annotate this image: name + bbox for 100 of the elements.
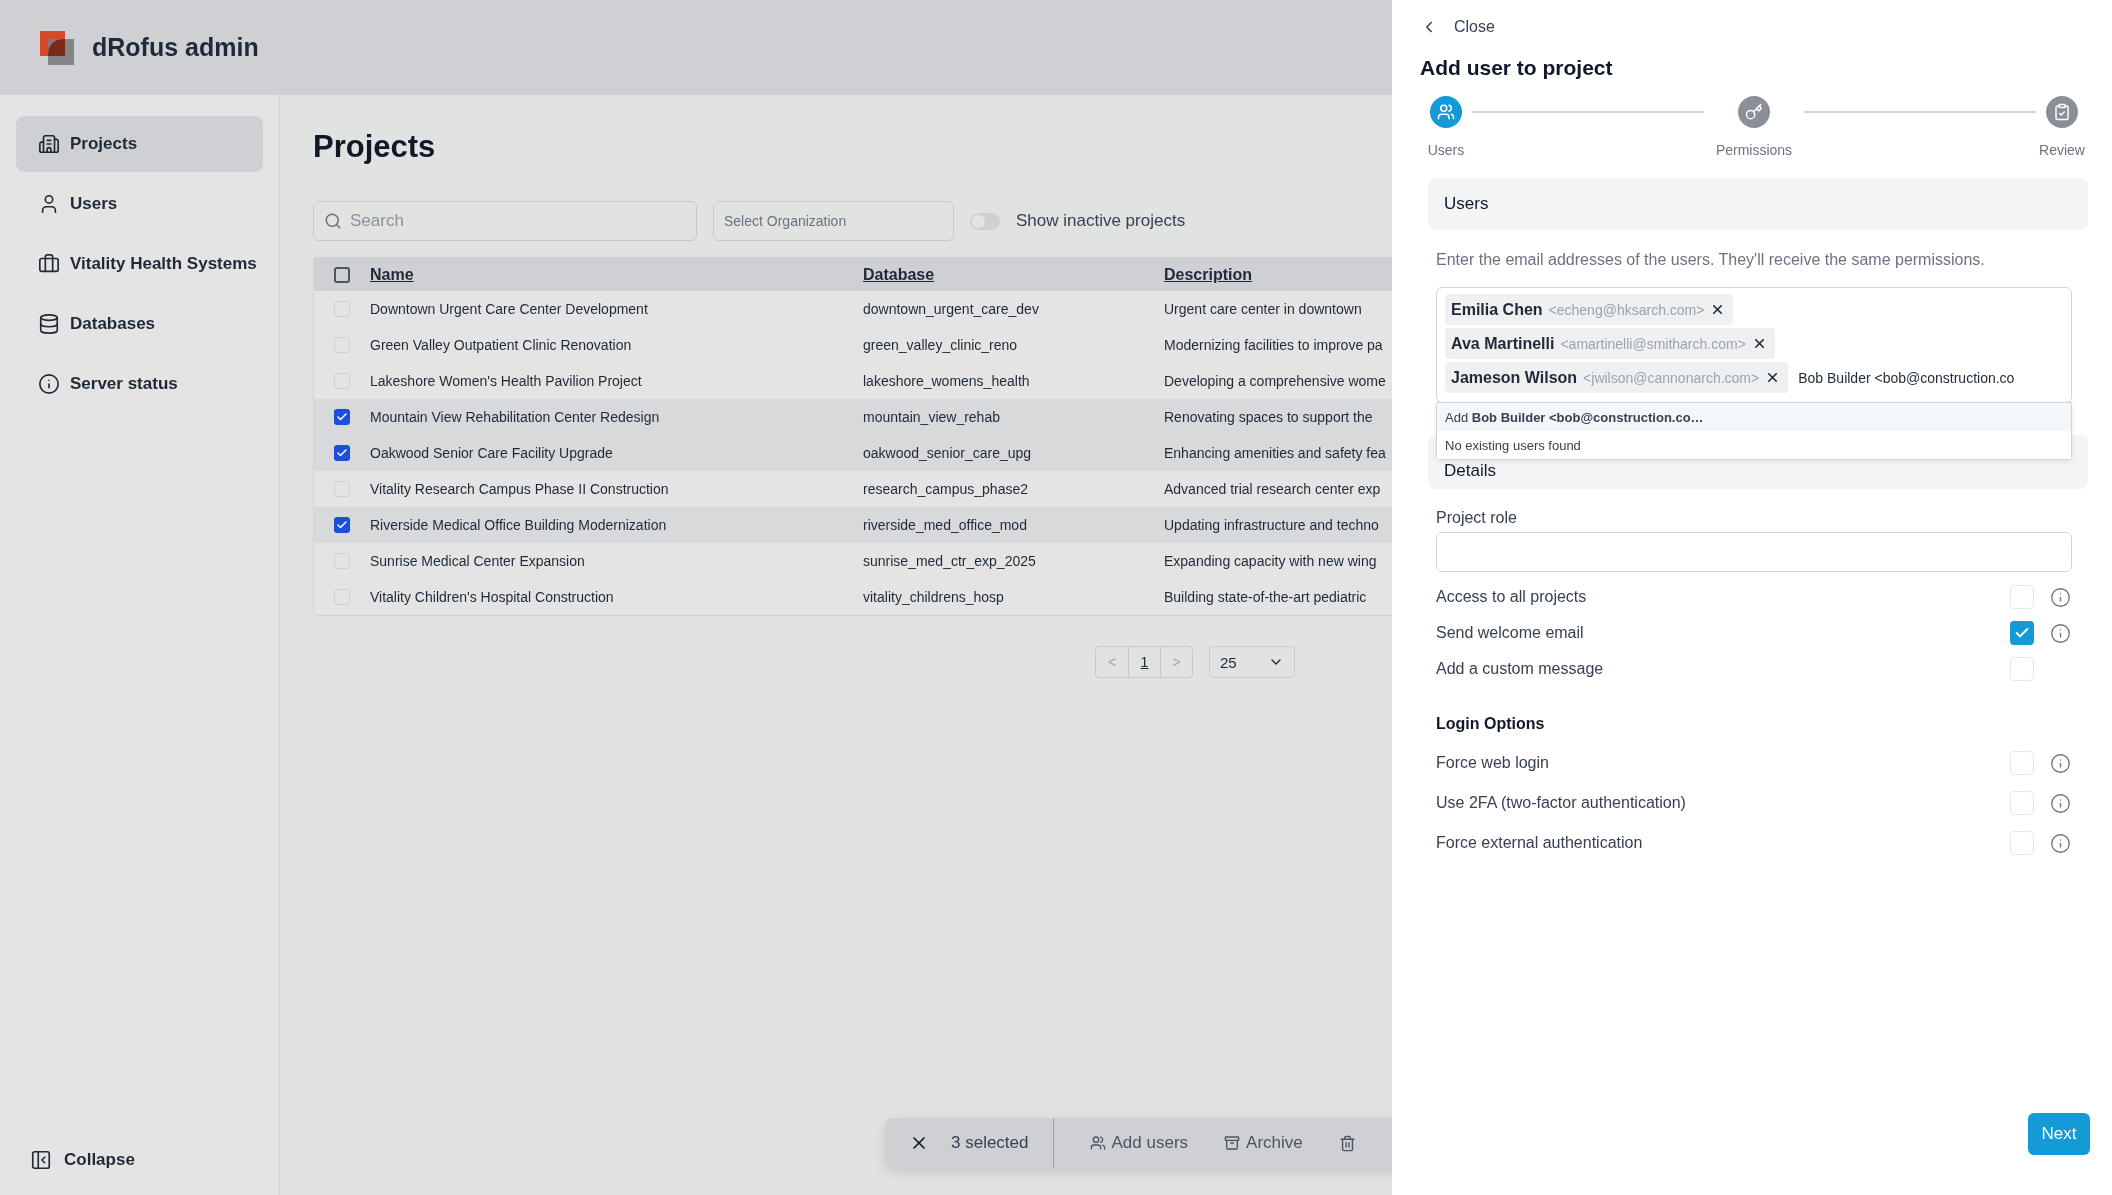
nav-item[interactable]: Server status xyxy=(16,356,263,412)
trash-icon xyxy=(1338,1134,1356,1152)
organization-select[interactable]: Select Organization xyxy=(713,201,954,241)
option-label: Access to all projects xyxy=(1436,588,1588,606)
database-icon xyxy=(38,313,60,335)
table-cell-text: Riverside Medical Office Building Modernization xyxy=(370,517,668,533)
chip-name: Ava Martinelli xyxy=(1451,334,1555,353)
step-label: Permissions xyxy=(1715,142,1793,158)
close-button[interactable]: Close xyxy=(1420,18,1495,36)
table-cell-text: Urgent care center in downtown xyxy=(1164,301,1363,317)
table-cell-text: Vitality Research Campus Phase II Construction xyxy=(370,481,670,497)
table-cell-text: Green Valley Outpatient Clinic Renovation xyxy=(370,337,633,353)
column-header[interactable]: Database xyxy=(863,265,1164,284)
chip-name: Jameson Wilson xyxy=(1451,368,1578,387)
table-cell-text: Renovating spaces to support the xyxy=(1164,409,1374,425)
project-role-field[interactable] xyxy=(1436,532,2072,572)
suggestion-item[interactable]: No existing users found xyxy=(1437,431,2071,459)
info-icon[interactable] xyxy=(2049,752,2071,774)
table-cell-text: lakeshore_womens_health xyxy=(863,373,1031,389)
step-label: Users xyxy=(1427,142,1465,158)
checkbox[interactable] xyxy=(2010,657,2034,681)
option-label: Force web login xyxy=(1436,754,1550,772)
table-cell-text: green_valley_clinic_reno xyxy=(863,337,1019,353)
table-cell-text: Oakwood Senior Care Facility Upgrade xyxy=(370,445,614,461)
bar-action-button[interactable]: Archive xyxy=(1224,1133,1303,1153)
page-title: Projects xyxy=(313,129,437,165)
column-header[interactable]: Description xyxy=(1164,265,1392,284)
option-label: Use 2FA (two-factor authentication) xyxy=(1436,794,1687,812)
trash-button[interactable] xyxy=(1338,1134,1356,1152)
selection-count: 3 selected xyxy=(951,1118,1054,1168)
checkbox[interactable] xyxy=(2010,751,2034,775)
logo-icon xyxy=(40,30,74,65)
info-icon[interactable] xyxy=(2049,792,2071,814)
table-cell-text: Enhancing amenities and safety fea xyxy=(1164,445,1387,461)
checkbox[interactable] xyxy=(2010,621,2034,645)
drawer-title: Add user to project xyxy=(1420,56,1614,80)
option-label: Send welcome email xyxy=(1436,624,1585,642)
chip-email: <echeng@hksarch.com> xyxy=(1548,301,1705,318)
archive-icon xyxy=(1224,1135,1241,1151)
table-cell-text: vitality_childrens_hosp xyxy=(863,589,1005,605)
table-cell-text: riverside_med_office_mod xyxy=(863,517,1028,533)
step-icon[interactable] xyxy=(1738,96,1770,128)
page-button[interactable]: 1 xyxy=(1128,647,1160,677)
section-title: Details xyxy=(1444,461,1496,481)
nav-item[interactable]: Vitality Health Systems xyxy=(16,236,263,292)
search-icon xyxy=(324,212,342,230)
app-title: dRofus admin xyxy=(92,33,259,62)
table-cell-text: Vitality Children's Hospital Construction xyxy=(370,589,615,605)
chip-email: <amartinelli@smitharch.com> xyxy=(1560,335,1746,352)
section-title: Login Options xyxy=(1436,715,1546,733)
step-icon[interactable] xyxy=(1430,96,1462,128)
table-cell-text: oakwood_senior_care_upg xyxy=(863,445,1033,461)
select-all-checkbox[interactable] xyxy=(334,266,350,283)
page-size-select[interactable]: 25 xyxy=(1209,646,1295,678)
table-cell-text: sunrise_med_ctr_exp_2025 xyxy=(863,553,1037,569)
chip-name: Emilia Chen xyxy=(1451,300,1543,319)
search-field[interactable]: Search xyxy=(313,201,697,241)
people-icon xyxy=(1089,1135,1106,1151)
briefcase-icon xyxy=(38,253,60,275)
checkbox[interactable] xyxy=(2010,791,2034,815)
option-label: Add a custom message xyxy=(1436,660,1605,678)
option-label: Force external authentication xyxy=(1436,834,1644,852)
row-checkbox[interactable] xyxy=(334,517,350,533)
suggestion-item[interactable]: Add Bob Builder <bob@construction.co… xyxy=(1437,403,2071,431)
column-header[interactable]: Name xyxy=(370,265,863,284)
panel-icon xyxy=(30,1149,52,1171)
info-icon[interactable] xyxy=(2049,832,2071,854)
section-title: Users xyxy=(1444,194,1489,214)
field-label: Project role xyxy=(1436,509,1518,527)
table-cell-text: Mountain View Rehabilitation Center Redesign xyxy=(370,409,661,425)
checkbox[interactable] xyxy=(2010,585,2034,609)
nav-item[interactable]: Databases xyxy=(16,296,263,352)
table-cell-text: Lakeshore Women's Health Pavilion Project xyxy=(370,373,643,389)
table-cell-text: downtown_urgent_care_dev xyxy=(863,301,1040,317)
row-checkbox[interactable] xyxy=(334,445,350,461)
table-cell-text: Advanced trial research center exp xyxy=(1164,481,1382,497)
table-cell-text: Downtown Urgent Care Center Development xyxy=(370,301,649,317)
chip-email: <jwilson@cannonarch.com> xyxy=(1583,369,1760,386)
table-cell-text: Modernizing facilities to improve pa xyxy=(1164,337,1384,353)
check-icon xyxy=(336,519,348,531)
step-label: Review xyxy=(2039,142,2085,158)
info-icon[interactable] xyxy=(2049,586,2071,608)
table-cell-text: Updating infrastructure and techno xyxy=(1164,517,1380,533)
row-checkbox[interactable] xyxy=(334,409,350,425)
bar-action-button[interactable]: Add users xyxy=(1089,1133,1189,1153)
step-icon[interactable] xyxy=(2046,96,2078,128)
toggle-label: Show inactive projects xyxy=(1016,211,1186,231)
info-icon xyxy=(38,373,60,395)
table-cell-text: Building state-of-the-art pediatric xyxy=(1164,589,1368,605)
nav-item[interactable]: Projects xyxy=(16,116,263,172)
check-icon xyxy=(336,447,348,459)
check-icon xyxy=(336,411,348,423)
nav-item[interactable]: Users xyxy=(16,176,263,232)
table-cell-text: mountain_view_rehab xyxy=(863,409,1001,425)
collapse-button[interactable]: Collapse xyxy=(16,1149,263,1171)
table-cell-text: research_campus_phase2 xyxy=(863,481,1029,497)
checkbox[interactable] xyxy=(2010,831,2034,855)
table-cell-text: Sunrise Medical Center Expansion xyxy=(370,553,586,569)
info-icon[interactable] xyxy=(2049,622,2071,644)
building-icon xyxy=(38,133,60,155)
